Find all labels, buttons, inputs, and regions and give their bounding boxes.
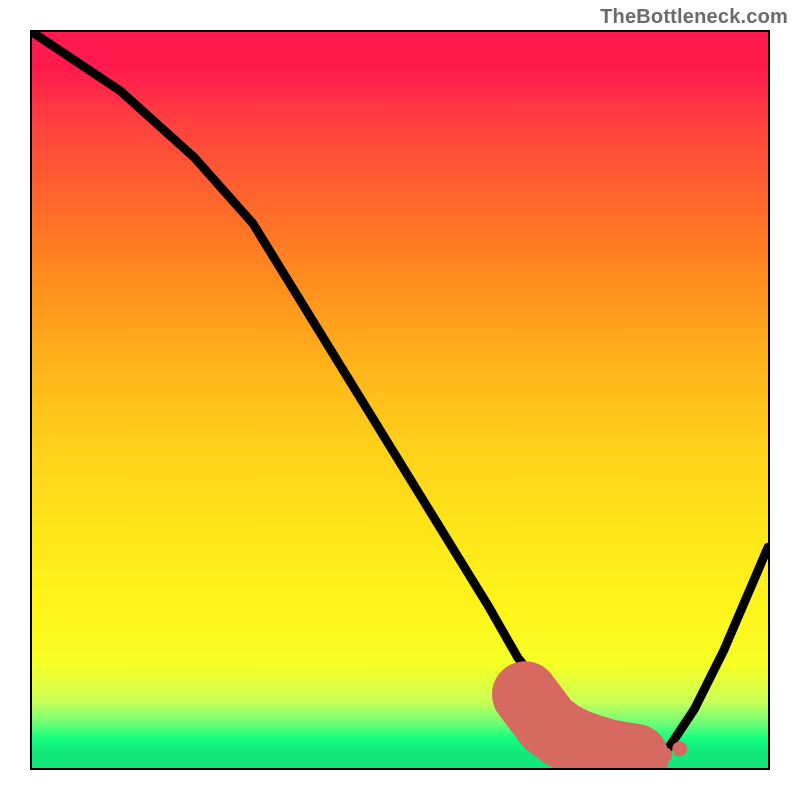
optimal-range-highlight [525, 694, 635, 757]
chart-wrapper: TheBottleneck.com [0, 0, 800, 800]
highlight-dot [658, 747, 673, 762]
plot-area [30, 30, 770, 770]
watermark-text: TheBottleneck.com [600, 6, 788, 29]
highlight-dot [672, 742, 687, 757]
bottleneck-curve [32, 32, 768, 757]
chart-svg [32, 32, 768, 768]
highlight-dot [643, 749, 658, 764]
